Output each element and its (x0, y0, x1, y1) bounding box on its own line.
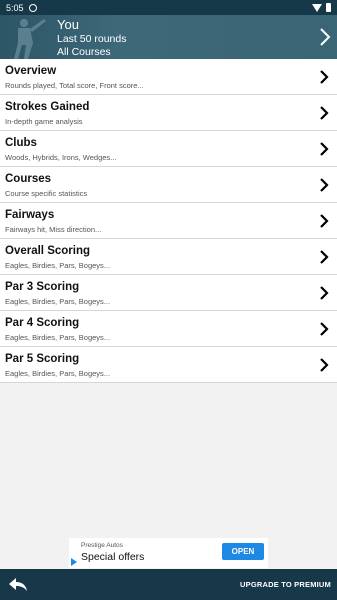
chevron-right-icon (320, 214, 329, 228)
menu-item-desc: Fairways hit, Miss direction... (5, 225, 102, 234)
menu-item-clubs[interactable]: Clubs Woods, Hybrids, Irons, Wedges... (0, 131, 337, 167)
bottom-bar: UPGRADE TO PREMIUM (0, 569, 337, 600)
menu-item-fairways[interactable]: Fairways Fairways hit, Miss direction... (0, 203, 337, 239)
menu-item-title: Clubs (5, 137, 37, 149)
menu-item-desc: Woods, Hybrids, Irons, Wedges... (5, 153, 117, 162)
ad-choices-icon[interactable] (71, 558, 77, 566)
menu-item-title: Par 3 Scoring (5, 281, 80, 293)
status-time: 5:05 (6, 2, 24, 13)
menu-item-title: Par 4 Scoring (5, 317, 80, 329)
menu-item-title: Overview (5, 65, 57, 77)
menu-item-title: Strokes Gained (5, 101, 90, 113)
chevron-right-icon (320, 178, 329, 192)
ad-banner[interactable]: Prestige Autos Special offers OPEN (69, 538, 268, 568)
golfer-silhouette-icon (14, 19, 46, 59)
menu-item-desc: In-depth game analysis (5, 117, 83, 126)
ad-headline: Special offers (81, 551, 145, 563)
menu-item-desc: Rounds played, Total score, Front score.… (5, 81, 144, 90)
menu-item-desc: Course specific statistics (5, 189, 88, 198)
chevron-right-icon (320, 358, 329, 372)
ad-brand: Prestige Autos (81, 542, 123, 549)
chevron-right-icon (320, 322, 329, 336)
menu-item-par3-scoring[interactable]: Par 3 Scoring Eagles, Birdies, Pars, Bog… (0, 275, 337, 311)
battery-icon (326, 3, 331, 12)
app-notification-icon (28, 3, 37, 12)
chevron-right-icon (320, 142, 329, 156)
menu-item-desc: Eagles, Birdies, Pars, Bogeys... (5, 297, 111, 306)
menu-item-title: Overall Scoring (5, 245, 91, 257)
chevron-right-icon (320, 28, 331, 46)
stats-menu: Overview Rounds played, Total score, Fro… (0, 59, 337, 383)
menu-item-title: Par 5 Scoring (5, 353, 80, 365)
menu-item-overall-scoring[interactable]: Overall Scoring Eagles, Birdies, Pars, B… (0, 239, 337, 275)
menu-item-strokes-gained[interactable]: Strokes Gained In-depth game analysis (0, 95, 337, 131)
menu-item-overview[interactable]: Overview Rounds played, Total score, Fro… (0, 59, 337, 95)
menu-item-par4-scoring[interactable]: Par 4 Scoring Eagles, Birdies, Pars, Bog… (0, 311, 337, 347)
status-icons (312, 3, 331, 12)
menu-item-title: Courses (5, 173, 52, 185)
menu-item-title: Fairways (5, 209, 55, 221)
upgrade-button[interactable]: UPGRADE TO PREMIUM (240, 580, 331, 589)
chevron-right-icon (320, 70, 329, 84)
chevron-right-icon (320, 286, 329, 300)
course-filter: All Courses (57, 46, 111, 58)
chevron-right-icon (320, 250, 329, 264)
player-selector[interactable]: You Last 50 rounds All Courses (0, 15, 337, 59)
menu-item-desc: Eagles, Birdies, Pars, Bogeys... (5, 333, 111, 342)
menu-item-courses[interactable]: Courses Course specific statistics (0, 167, 337, 203)
status-bar: 5:05 (0, 0, 337, 15)
back-arrow-icon[interactable] (8, 576, 28, 592)
rounds-range: Last 50 rounds (57, 33, 127, 45)
ad-open-button[interactable]: OPEN (222, 543, 264, 560)
wifi-icon (312, 3, 322, 12)
menu-item-desc: Eagles, Birdies, Pars, Bogeys... (5, 369, 111, 378)
menu-item-desc: Eagles, Birdies, Pars, Bogeys... (5, 261, 111, 270)
chevron-right-icon (320, 106, 329, 120)
player-name: You (57, 17, 79, 32)
menu-item-par5-scoring[interactable]: Par 5 Scoring Eagles, Birdies, Pars, Bog… (0, 347, 337, 383)
